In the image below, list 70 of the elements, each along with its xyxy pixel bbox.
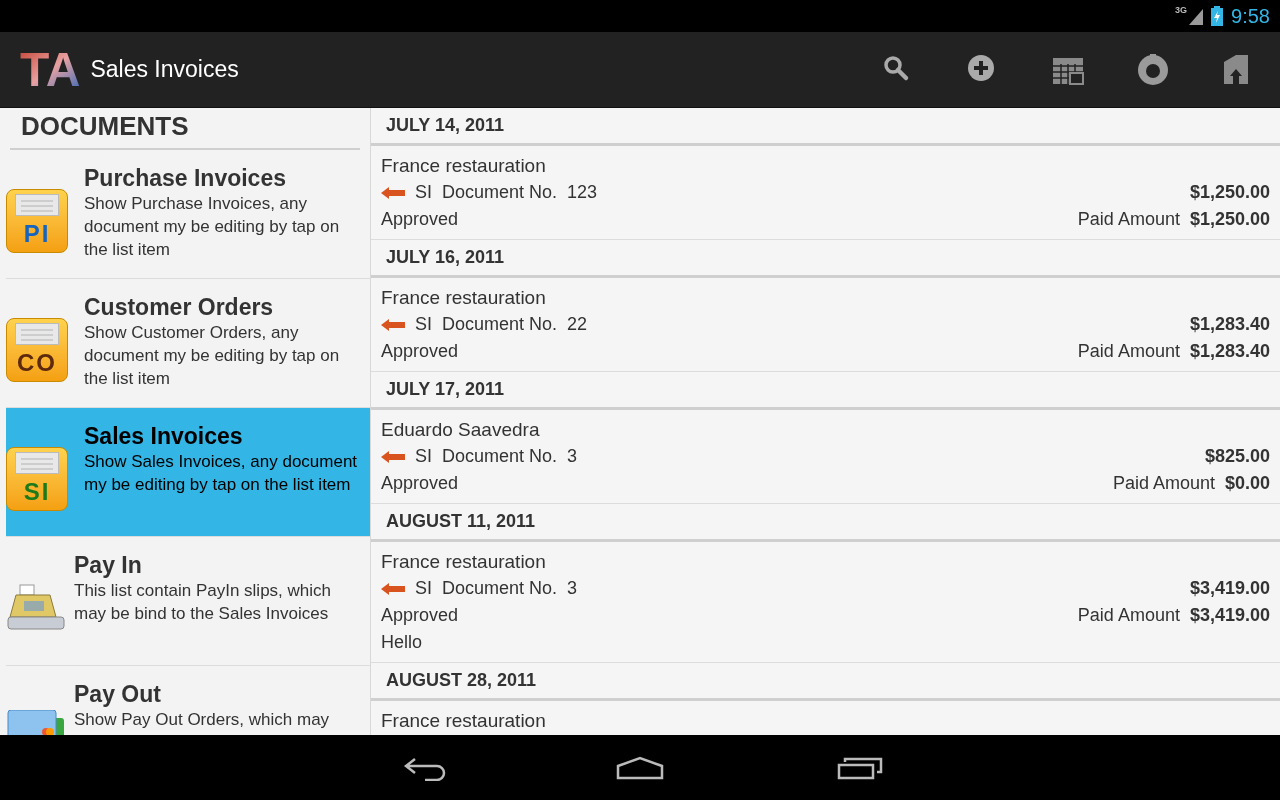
document-label: Document No. <box>442 577 558 600</box>
document-number: 123 <box>567 181 598 204</box>
arrow-left-icon <box>381 186 405 199</box>
menu-item[interactable]: SI Sales Invoices Show Sales Invoices, any document my be editing by tap on the list item <box>6 408 370 537</box>
folder-label: CO <box>17 351 57 375</box>
document-label: Document No. <box>442 445 558 468</box>
note-text: Hello <box>381 631 423 654</box>
folder-label: PI <box>23 222 51 246</box>
menu-item[interactable]: PI Purchase Invoices Show Purchase Invoices, any document my be editing by tap on the list item <box>6 150 370 279</box>
arrow-left-icon <box>381 318 405 331</box>
customer-name: Eduardo Saavedra <box>381 418 540 442</box>
status-label: Approved <box>381 340 459 363</box>
amount: $3,419.00 <box>1189 577 1270 600</box>
paid-amount: $1,250.00 <box>1189 208 1270 231</box>
clock-time: 9:58 <box>1231 4 1270 29</box>
paper-sheet-icon <box>15 194 59 216</box>
menu-item[interactable]: Pay In This list contain PayIn slips, which may be bind to the Sales Invoices <box>6 537 370 666</box>
date-header: JULY 17, 2011 <box>386 378 505 401</box>
customer-name: France restauration <box>381 550 546 574</box>
arrow-left-icon <box>381 450 405 463</box>
date-header: AUGUST 11, 2011 <box>386 510 536 533</box>
signal-icon <box>1187 7 1206 25</box>
item-description: This list contain PayIn slips, which may be bind to the Sales Invoices <box>74 580 332 625</box>
document-type: SI <box>415 577 432 600</box>
item-description: Show Sales Invoices, any document my be editing by tap on the list item <box>84 451 359 496</box>
paid-amount-label: Paid Amount <box>1077 340 1180 363</box>
item-description: Show Purchase Invoices, any document my be editing by tap on the list item <box>84 193 341 261</box>
date-header: JULY 16, 2011 <box>386 246 505 269</box>
item-title: Pay Out <box>74 680 162 708</box>
item-title: Sales Invoices <box>84 422 244 450</box>
item-description: Show Pay Out Orders, which may <box>74 709 330 731</box>
status-label: Approved <box>381 208 459 231</box>
amount: $1,283.40 <box>1189 313 1270 336</box>
paid-amount-label: Paid Amount <box>1077 208 1180 231</box>
date-header: JULY 14, 2011 <box>386 114 505 137</box>
document-number: 3 <box>567 445 578 468</box>
document-number: 22 <box>567 313 588 336</box>
document-label: Document No. <box>442 181 558 204</box>
paid-amount-label: Paid Amount <box>1112 472 1215 495</box>
paid-amount: $1,283.40 <box>1189 340 1270 363</box>
item-title: Purchase Invoices <box>84 164 287 192</box>
status-label: Approved <box>381 604 459 627</box>
paper-sheet-icon <box>15 323 59 345</box>
cash-register-icon <box>6 583 66 633</box>
customer-name: France restauration <box>381 709 546 733</box>
date-header: AUGUST 28, 2011 <box>386 669 537 692</box>
amount: $825.00 <box>1204 445 1270 468</box>
section-heading: DOCUMENTS <box>20 110 189 143</box>
battery-icon <box>1211 6 1224 26</box>
folder-label: SI <box>23 480 51 504</box>
customer-name: France restauration <box>381 286 546 310</box>
amount: $1,250.00 <box>1189 181 1270 204</box>
paid-amount: $0.00 <box>1224 472 1270 495</box>
status-label: Approved <box>381 472 459 495</box>
arrow-left-icon <box>381 582 405 595</box>
customer-name: France restauration <box>381 154 546 178</box>
document-type: SI <box>415 445 432 468</box>
screen-title: Sales Invoices <box>90 55 239 85</box>
document-number: 3 <box>567 577 578 600</box>
document-label: Document No. <box>442 313 558 336</box>
network-label: 3G <box>1175 4 1188 17</box>
item-title: Customer Orders <box>84 293 275 321</box>
paid-amount-label: Paid Amount <box>1077 604 1180 627</box>
recent-apps-icon <box>837 755 883 780</box>
document-type: SI <box>415 181 432 204</box>
item-description: Show Customer Orders, any document my be editing by tap on the list item <box>84 322 341 390</box>
item-title: Pay In <box>74 551 143 579</box>
paid-amount: $3,419.00 <box>1189 604 1270 627</box>
paper-sheet-icon <box>15 452 59 474</box>
document-type: SI <box>415 313 432 336</box>
